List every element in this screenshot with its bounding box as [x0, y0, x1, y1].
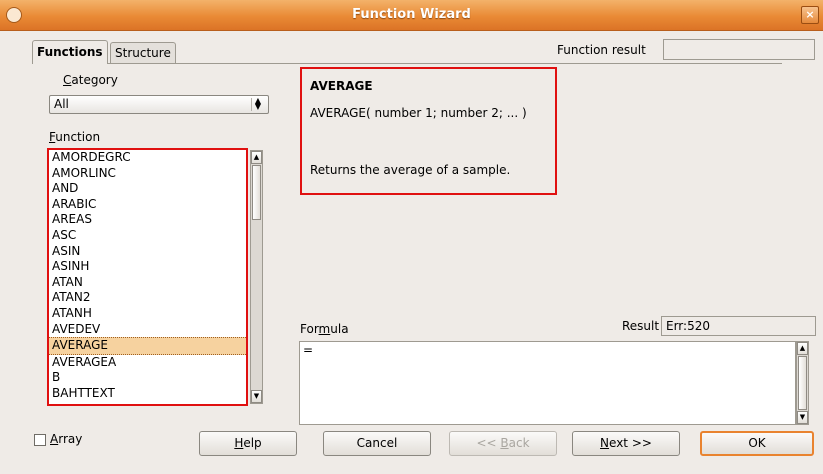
formula-scrollbar[interactable]: ▲ ▼: [796, 341, 809, 425]
function-syntax: AVERAGE( number 1; number 2; ... ): [310, 106, 527, 120]
list-item[interactable]: AVEDEV: [49, 322, 246, 338]
title-bar: Function Wizard ×: [0, 0, 823, 31]
ok-button[interactable]: OK: [700, 431, 814, 456]
list-item[interactable]: ATAN2: [49, 290, 246, 306]
window-title: Function Wizard: [352, 7, 471, 22]
list-item[interactable]: AMORDEGRC: [49, 150, 246, 166]
list-item[interactable]: ARABIC: [49, 197, 246, 213]
category-selected-value: All: [54, 97, 69, 111]
list-item[interactable]: ASIN: [49, 244, 246, 260]
tab-panel-border: [32, 63, 782, 64]
list-item[interactable]: AND: [49, 181, 246, 197]
category-select[interactable]: All ▲ ▼: [49, 95, 269, 114]
category-label: Category: [63, 73, 118, 87]
array-label[interactable]: Array: [50, 432, 82, 446]
list-item[interactable]: AREAS: [49, 212, 246, 228]
list-item[interactable]: ASC: [49, 228, 246, 244]
scroll-up-icon[interactable]: ▲: [797, 342, 808, 355]
function-list[interactable]: AMORDEGRC AMORLINC AND ARABIC AREAS ASC …: [47, 148, 248, 406]
help-button[interactable]: Help: [199, 431, 297, 456]
list-item[interactable]: ASINH: [49, 259, 246, 275]
function-list-scrollbar[interactable]: ▲ ▼: [250, 150, 263, 404]
result-label: Result: [622, 319, 660, 333]
function-result-label: Function result: [557, 43, 646, 57]
cancel-button[interactable]: Cancel: [323, 431, 431, 456]
list-item[interactable]: ATANH: [49, 306, 246, 322]
function-description: Returns the average of a sample.: [310, 163, 511, 177]
formula-label: Formula: [300, 322, 349, 336]
back-button[interactable]: << Back: [449, 431, 557, 456]
list-item[interactable]: AMORLINC: [49, 166, 246, 182]
list-item[interactable]: ATAN: [49, 275, 246, 291]
scrollbar-thumb[interactable]: [252, 165, 261, 220]
function-name: AVERAGE: [310, 79, 373, 93]
scroll-up-icon[interactable]: ▲: [251, 151, 262, 164]
next-button[interactable]: Next >>: [572, 431, 680, 456]
list-item[interactable]: BAHTTEXT: [49, 386, 246, 402]
tab-structure[interactable]: Structure: [110, 42, 176, 63]
function-label: Function: [49, 130, 101, 144]
tab-functions[interactable]: Functions: [32, 40, 108, 64]
close-button[interactable]: ×: [801, 6, 819, 24]
list-item[interactable]: AVERAGEA: [49, 355, 246, 371]
scroll-down-icon[interactable]: ▼: [797, 411, 808, 424]
result-field: Err:520: [661, 316, 816, 336]
scroll-down-icon[interactable]: ▼: [251, 390, 262, 403]
array-checkbox[interactable]: [34, 434, 46, 446]
list-item-selected[interactable]: AVERAGE: [49, 337, 246, 355]
combo-arrows-icon: ▲ ▼: [251, 97, 264, 111]
formula-input[interactable]: =: [299, 341, 796, 425]
list-item[interactable]: B: [49, 370, 246, 386]
scrollbar-thumb[interactable]: [798, 356, 807, 410]
function-info-box: AVERAGE AVERAGE( number 1; number 2; ...…: [300, 67, 557, 195]
function-result-field: [663, 39, 815, 60]
